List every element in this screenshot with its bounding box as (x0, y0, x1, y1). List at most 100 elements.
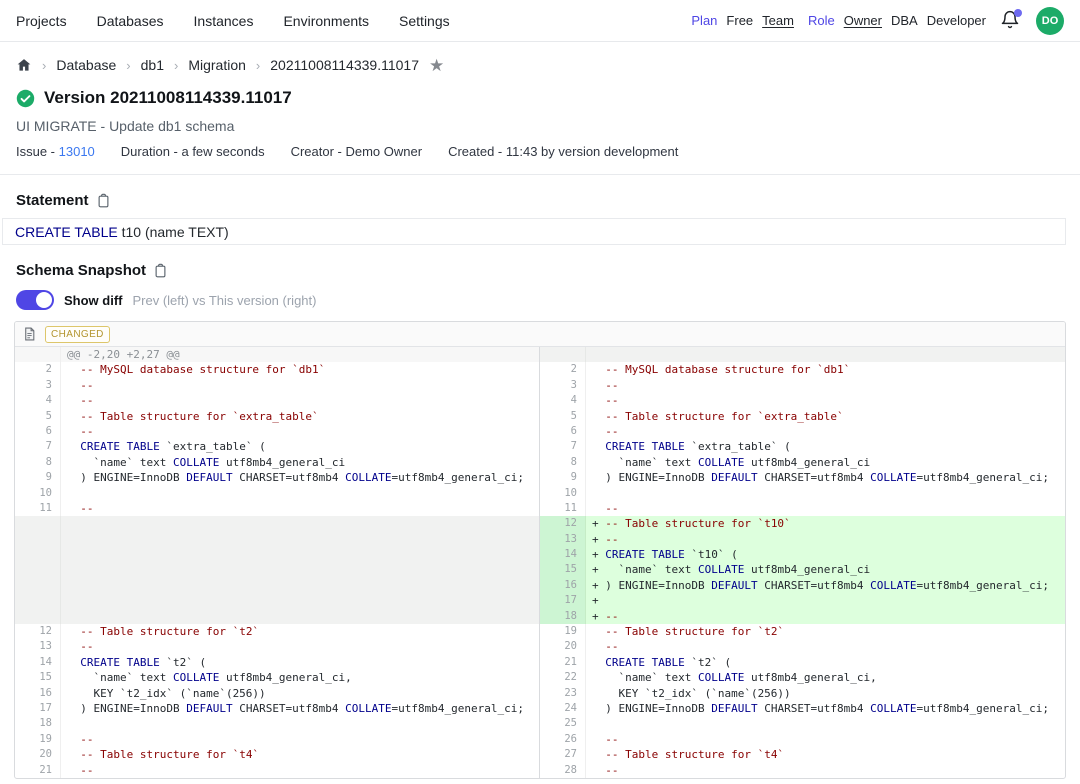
diff-line-number: 7 (15, 439, 61, 454)
diff-row: 11 -- (540, 501, 1065, 516)
diff-code-line: KEY `t2_idx` (`name`(256)) (586, 686, 1065, 701)
star-icon[interactable]: ★ (429, 57, 444, 74)
breadcrumb-database[interactable]: Database (56, 57, 116, 73)
diff-row: 13+ -- (540, 532, 1065, 547)
diff-body: @@ -2,20 +2,27 @@2 -- MySQL database str… (15, 347, 1065, 778)
diff-row (15, 609, 539, 624)
diff-code-line: -- (61, 639, 539, 654)
diff-code-line: @@ -2,20 +2,27 @@ (61, 347, 539, 362)
diff-code-line: KEY `t2_idx` (`name`(256)) (61, 686, 539, 701)
nav-item-environments[interactable]: Environments (283, 13, 369, 29)
diff-line-number: 16 (540, 578, 586, 593)
diff-line-number: 2 (15, 362, 61, 377)
diff-row: 3 -- (15, 378, 539, 393)
chevron-right-icon: › (174, 58, 178, 73)
diff-code-line: -- (586, 424, 1065, 439)
diff-toggle-row: Show diff Prev (left) vs This version (r… (0, 290, 1080, 310)
meta-issue: Issue - 13010 (16, 144, 95, 159)
check-circle-icon (16, 89, 35, 108)
diff-code-line: -- (61, 763, 539, 778)
diff-code-line (61, 609, 539, 624)
diff-row: 2 -- MySQL database structure for `db1` (15, 362, 539, 377)
diff-line-number: 19 (540, 624, 586, 639)
diff-row: 10 (540, 486, 1065, 501)
diff-row: 6 -- (15, 424, 539, 439)
notification-bell-icon[interactable] (1000, 10, 1022, 32)
diff-row: 18+ -- (540, 609, 1065, 624)
diff-line-number: 28 (540, 763, 586, 778)
nav-item-settings[interactable]: Settings (399, 13, 450, 29)
show-diff-toggle[interactable] (16, 290, 54, 310)
diff-line-number: 19 (15, 732, 61, 747)
version-subtitle: UI MIGRATE - Update db1 schema (0, 118, 1080, 134)
avatar[interactable]: DO (1036, 7, 1064, 35)
diff-row (15, 562, 539, 577)
diff-row: 15 `name` text COLLATE utf8mb4_general_c… (15, 670, 539, 685)
diff-row (15, 547, 539, 562)
diff-code-line (61, 578, 539, 593)
diff-code-line (61, 486, 539, 501)
diff-row: 12 -- Table structure for `t2` (15, 624, 539, 639)
diff-row: 4 -- (15, 393, 539, 408)
diff-code-line: CREATE TABLE `t2` ( (586, 655, 1065, 670)
diff-line-number: 6 (540, 424, 586, 439)
diff-code-line: -- (586, 763, 1065, 778)
role-owner-link[interactable]: Owner (844, 13, 882, 28)
diff-line-number: 10 (15, 486, 61, 501)
diff-code-line: -- (586, 378, 1065, 393)
diff-code-line: + -- (586, 609, 1065, 624)
diff-code-line: CREATE TABLE `extra_table` ( (61, 439, 539, 454)
diff-code-line: + -- (586, 532, 1065, 547)
copy-icon[interactable] (153, 263, 168, 278)
diff-code-line: CREATE TABLE `extra_table` ( (586, 439, 1065, 454)
nav-item-projects[interactable]: Projects (16, 13, 67, 29)
diff-line-number (15, 532, 61, 547)
nav-item-databases[interactable]: Databases (97, 13, 164, 29)
diff-row: 24 ) ENGINE=InnoDB DEFAULT CHARSET=utf8m… (540, 701, 1065, 716)
breadcrumb-migration[interactable]: Migration (188, 57, 246, 73)
diff-line-number: 12 (15, 624, 61, 639)
diff-line-number: 20 (540, 639, 586, 654)
diff-row: 26 -- (540, 732, 1065, 747)
statement-sql: CREATE TABLE t10 (name TEXT) (2, 218, 1066, 245)
account-controls: Plan Free Team Role Owner DBA Developer … (691, 7, 1064, 35)
diff-code-line: -- Table structure for `t2` (61, 624, 539, 639)
diff-row (15, 578, 539, 593)
diff-row: 5 -- Table structure for `extra_table` (15, 409, 539, 424)
breadcrumb-db1[interactable]: db1 (141, 57, 164, 73)
diff-line-number: 22 (540, 670, 586, 685)
diff-row: 18 (15, 716, 539, 731)
diff-row: 2 -- MySQL database structure for `db1` (540, 362, 1065, 377)
diff-code-line: -- MySQL database structure for `db1` (586, 362, 1065, 377)
diff-row: 5 -- Table structure for `extra_table` (540, 409, 1065, 424)
diff-line-number: 9 (15, 470, 61, 485)
issue-link[interactable]: 13010 (59, 144, 95, 159)
section-divider (0, 174, 1080, 175)
file-icon (23, 327, 36, 341)
diff-row: 7 CREATE TABLE `extra_table` ( (15, 439, 539, 454)
diff-line-number (15, 347, 61, 362)
breadcrumb-version: 20211008114339.11017 (270, 57, 419, 73)
schema-diff-panel[interactable]: CHANGED @@ -2,20 +2,27 @@2 -- MySQL data… (14, 321, 1066, 779)
version-meta: Issue - 13010 Duration - a few seconds C… (0, 144, 1080, 159)
plan-team-link[interactable]: Team (762, 13, 794, 28)
top-nav-bar: Projects Databases Instances Environment… (0, 0, 1080, 42)
statement-heading: Statement (16, 192, 89, 209)
diff-code-line: + ) ENGINE=InnoDB DEFAULT CHARSET=utf8mb… (586, 578, 1065, 593)
copy-icon[interactable] (96, 193, 111, 208)
home-icon[interactable] (16, 57, 32, 73)
nav-item-instances[interactable]: Instances (194, 13, 254, 29)
diff-row: 13 -- (15, 639, 539, 654)
diff-row: 9 ) ENGINE=InnoDB DEFAULT CHARSET=utf8mb… (540, 470, 1065, 485)
diff-code-line: `name` text COLLATE utf8mb4_general_ci, (586, 670, 1065, 685)
diff-row: 16 KEY `t2_idx` (`name`(256)) (15, 686, 539, 701)
role-dba-link[interactable]: DBA (891, 13, 918, 28)
diff-row (15, 532, 539, 547)
diff-line-number (540, 347, 586, 362)
diff-line-number: 20 (15, 747, 61, 762)
role-developer-link[interactable]: Developer (927, 13, 986, 28)
diff-line-number (15, 593, 61, 608)
diff-row: 8 `name` text COLLATE utf8mb4_general_ci (15, 455, 539, 470)
plan-switcher: Plan Free Team (691, 13, 794, 28)
diff-code-line (61, 562, 539, 577)
